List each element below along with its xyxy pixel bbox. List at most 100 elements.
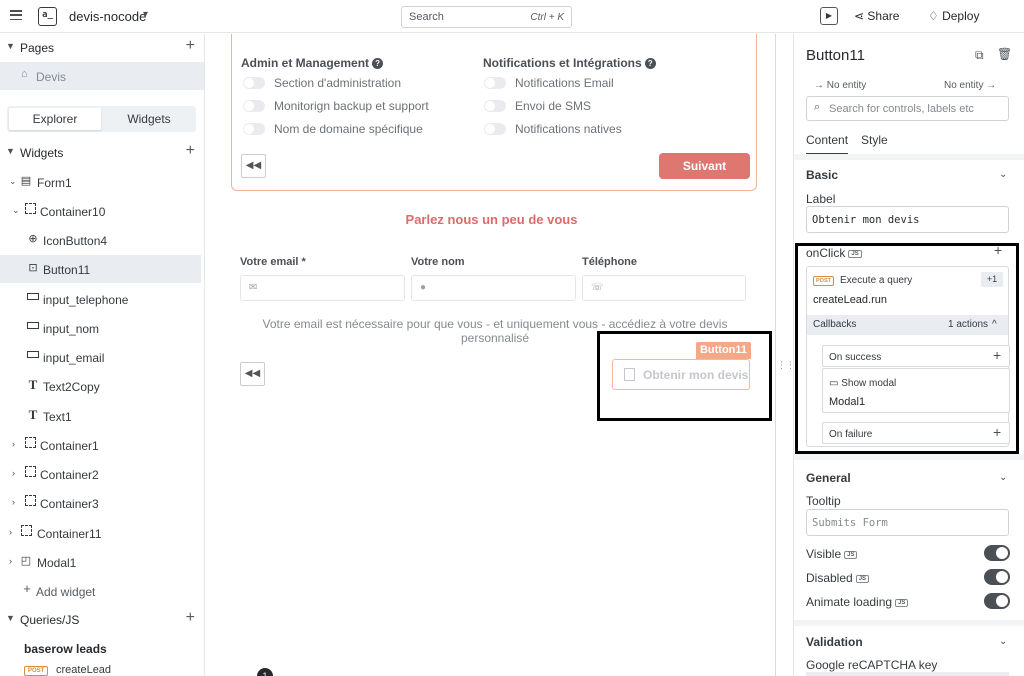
tree-item-container2[interactable]: › Container2 bbox=[0, 460, 204, 488]
notifications-section-title: Notifications et Intégrations? bbox=[483, 56, 656, 70]
chevron-down-icon[interactable]: ▼ bbox=[6, 613, 15, 623]
toggle-switch[interactable] bbox=[243, 100, 265, 112]
js-toggle[interactable]: JS bbox=[844, 551, 858, 559]
tree-item-form1[interactable]: ⌄ ▤ Form1 bbox=[0, 168, 204, 196]
button-icon: ⊡ bbox=[28, 262, 38, 274]
chevron-down-icon[interactable]: ⌄ bbox=[9, 176, 17, 187]
query-item-createlead[interactable]: createLead bbox=[56, 664, 111, 676]
animate-loading-toggle[interactable] bbox=[984, 593, 1010, 609]
query-group-name[interactable]: baserow leads bbox=[24, 642, 107, 656]
name-field[interactable]: ● bbox=[411, 275, 576, 301]
tree-item-container3[interactable]: › Container3 bbox=[0, 489, 204, 517]
user-icon: ● bbox=[420, 282, 427, 293]
chevron-right-icon[interactable]: › bbox=[12, 439, 15, 449]
trash-icon[interactable]: 🗑 bbox=[997, 47, 1012, 61]
widget-title[interactable]: Button11 bbox=[806, 47, 865, 64]
pages-header[interactable]: ▼ Pages + bbox=[0, 35, 204, 61]
top-bar: a_ devis-nocode ▾ Search Ctrl + K ▶ ⋖ Sh… bbox=[0, 0, 1024, 33]
highlight-box-onclick bbox=[795, 243, 1019, 454]
tooltip-input[interactable]: Submits Form bbox=[806, 509, 1009, 536]
plus-icon: + bbox=[23, 581, 31, 596]
toggle-switch[interactable] bbox=[243, 77, 265, 89]
add-widget-icon[interactable]: + bbox=[186, 142, 195, 160]
mail-icon: ✉ bbox=[249, 282, 258, 293]
visible-toggle[interactable] bbox=[984, 545, 1010, 561]
menu-icon[interactable] bbox=[10, 10, 22, 21]
phone-field[interactable]: ☏ bbox=[582, 275, 746, 301]
tree-item-input-nom[interactable]: input_nom bbox=[0, 314, 204, 342]
deploy-button[interactable]: ♢ Deploy bbox=[928, 9, 979, 23]
tab-content[interactable]: Content bbox=[806, 133, 849, 155]
tree-item-iconbutton4[interactable]: ⊕ IconButton4 bbox=[0, 226, 204, 254]
tree-item-button11[interactable]: ⊡ Button11 bbox=[0, 255, 201, 283]
toggle-switch[interactable] bbox=[484, 100, 506, 112]
property-search-input[interactable]: ⌕ Search for controls, labels etc bbox=[806, 96, 1009, 121]
share-button[interactable]: ⋖ Share bbox=[854, 9, 899, 23]
tab-widgets[interactable]: Widgets bbox=[103, 108, 195, 130]
validation-section-title[interactable]: Validation bbox=[806, 635, 863, 649]
phone-icon: ☏ bbox=[591, 282, 604, 293]
tree-item-container11[interactable]: › Container11 bbox=[0, 519, 204, 547]
tree-item-modal1[interactable]: › ◰ Modal1 bbox=[0, 548, 204, 576]
chevron-down-icon[interactable]: ▾ bbox=[143, 9, 148, 20]
home-icon: ⌂ bbox=[21, 68, 28, 80]
chevron-down-icon[interactable]: ▼ bbox=[6, 41, 15, 51]
tree-item-container1[interactable]: › Container1 bbox=[0, 431, 204, 459]
chevron-right-icon[interactable]: › bbox=[9, 527, 12, 537]
tree-item-container10[interactable]: ⌄ Container10 bbox=[0, 197, 204, 225]
chevron-right-icon[interactable]: › bbox=[12, 468, 15, 478]
chevron-right-icon[interactable]: › bbox=[12, 497, 15, 507]
entity-left[interactable]: → No entity bbox=[814, 80, 866, 91]
queries-header[interactable]: ▼ Queries/JS + bbox=[0, 607, 204, 633]
preview-button[interactable]: ▶ bbox=[820, 7, 838, 25]
search-input[interactable]: Search Ctrl + K bbox=[401, 6, 572, 28]
input-icon bbox=[26, 320, 40, 332]
text-icon: T bbox=[28, 377, 38, 392]
tree-item-text2copy[interactable]: T Text2Copy bbox=[0, 372, 204, 400]
add-query-icon[interactable]: + bbox=[186, 609, 195, 627]
rewind-icon[interactable]: ◀◀ bbox=[241, 154, 266, 178]
add-page-icon[interactable]: + bbox=[186, 37, 195, 55]
disabled-toggle[interactable] bbox=[984, 569, 1010, 585]
general-section-title[interactable]: General bbox=[806, 471, 851, 485]
tree-item-text1[interactable]: T Text1 bbox=[0, 402, 204, 430]
name-label: Votre nom bbox=[411, 256, 465, 268]
toggle-switch[interactable] bbox=[484, 123, 506, 135]
help-icon[interactable]: ? bbox=[644, 58, 656, 69]
entity-right[interactable]: No entity → bbox=[944, 80, 996, 91]
email-field[interactable]: ✉ bbox=[240, 275, 405, 301]
chevron-down-icon[interactable]: ⌄ bbox=[12, 205, 20, 216]
resize-handle-icon[interactable]: ⋮⋮ bbox=[777, 360, 795, 376]
chevron-right-icon[interactable]: › bbox=[9, 556, 12, 566]
admin-section-title: Admin et Management? bbox=[241, 56, 384, 70]
chevron-down-icon[interactable]: ⌄ bbox=[999, 636, 1007, 647]
app-logo[interactable]: a_ bbox=[38, 7, 57, 26]
animate-loading-label: Animate loading JS bbox=[806, 595, 909, 609]
rewind-icon[interactable]: ◀◀ bbox=[240, 362, 265, 386]
label-input[interactable]: Obtenir mon devis bbox=[806, 206, 1009, 233]
tab-explorer[interactable]: Explorer bbox=[9, 108, 101, 130]
toggle-switch[interactable] bbox=[484, 77, 506, 89]
js-toggle[interactable]: JS bbox=[895, 599, 909, 607]
container-icon bbox=[23, 495, 37, 509]
search-placeholder: Search bbox=[409, 11, 444, 23]
widgets-header[interactable]: ▼ Widgets + bbox=[0, 140, 204, 166]
recaptcha-input[interactable] bbox=[806, 672, 1009, 676]
app-name[interactable]: devis-nocode bbox=[69, 9, 146, 24]
toggle-switch[interactable] bbox=[243, 123, 265, 135]
page-item-devis[interactable]: ⌂ Devis bbox=[0, 62, 204, 90]
chevron-down-icon[interactable]: ▼ bbox=[6, 146, 15, 156]
chevron-down-icon[interactable]: ⌄ bbox=[999, 169, 1007, 180]
tab-style[interactable]: Style bbox=[861, 133, 888, 147]
js-toggle[interactable]: JS bbox=[855, 575, 870, 583]
copy-icon[interactable]: ⧉ bbox=[975, 48, 984, 63]
chevron-down-icon[interactable]: ⌄ bbox=[999, 472, 1007, 483]
basic-section-title[interactable]: Basic bbox=[806, 168, 838, 182]
add-widget-button[interactable]: + Add widget bbox=[0, 577, 204, 605]
tree-item-input-email[interactable]: input_email bbox=[0, 343, 204, 371]
next-button[interactable]: Suivant bbox=[659, 153, 750, 179]
container-icon bbox=[23, 437, 37, 451]
recaptcha-label: Google reCAPTCHA key bbox=[806, 658, 938, 672]
tree-item-input-telephone[interactable]: input_telephone bbox=[0, 285, 204, 313]
help-icon[interactable]: ? bbox=[372, 58, 384, 69]
